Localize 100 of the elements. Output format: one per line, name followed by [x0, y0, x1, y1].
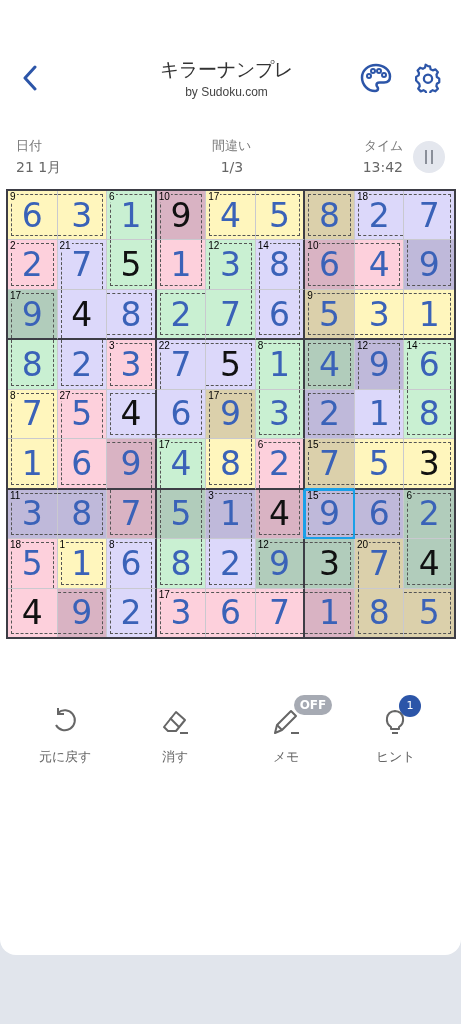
sudoku-cell[interactable]: 7	[206, 289, 256, 341]
cell-digit: 4	[368, 248, 390, 282]
sudoku-cell[interactable]: 8	[404, 389, 454, 440]
cell-digit: 9	[71, 596, 93, 630]
cage-sum: 15	[306, 490, 320, 501]
cage-sum: 18	[355, 192, 369, 202]
cell-digit: 2	[120, 596, 142, 630]
cell-digit: 2	[71, 348, 93, 382]
cell-digit: 6	[21, 198, 43, 232]
cell-digit: 1	[71, 546, 93, 580]
sudoku-cell[interactable]: 5	[156, 489, 207, 540]
sudoku-cell[interactable]: 7	[255, 588, 306, 637]
pause-icon	[424, 150, 434, 164]
sudoku-cell[interactable]: 1	[8, 439, 58, 490]
sudoku-cell[interactable]: 2	[156, 289, 207, 341]
sudoku-cell[interactable]: 6	[156, 389, 207, 440]
sudoku-cell[interactable]: 6	[206, 588, 256, 637]
cell-digit: 4	[319, 348, 341, 382]
sudoku-cell[interactable]: 5	[107, 240, 157, 290]
cell-digit: 5	[368, 446, 390, 480]
sudoku-cell[interactable]: 6	[57, 439, 108, 490]
cage-sum: 17	[9, 290, 23, 301]
sudoku-cell[interactable]: 8	[305, 191, 355, 241]
cell-digit: 1	[21, 446, 43, 480]
cell-digit: 3	[319, 546, 341, 580]
cell-digit: 3	[71, 198, 93, 232]
cell-digit: 6	[368, 497, 390, 531]
cell-digit: 5	[418, 596, 440, 630]
cage-sum: 21	[58, 241, 72, 252]
sudoku-cell[interactable]: 2	[57, 340, 108, 390]
cage-sum: 6	[405, 490, 413, 501]
sudoku-cell[interactable]: 8	[206, 439, 256, 490]
cell-digit: 7	[220, 297, 241, 331]
sudoku-cell[interactable]: 2	[107, 588, 157, 637]
sudoku-cell[interactable]: 4	[57, 289, 108, 341]
sudoku-cell[interactable]: 3	[404, 439, 454, 490]
cell-digit: 4	[21, 596, 43, 630]
sudoku-cell[interactable]: 8	[8, 340, 58, 390]
sudoku-cell[interactable]: 4	[404, 539, 454, 589]
tool-button[interactable]: 消す	[135, 707, 216, 767]
cell-digit: 5	[319, 297, 341, 331]
sudoku-cell[interactable]: 2	[206, 539, 256, 589]
cell-digit: 2	[170, 297, 192, 331]
theme-button[interactable]	[359, 61, 393, 95]
sudoku-cell[interactable]: 8	[107, 289, 157, 341]
cage-sum: 15	[306, 440, 320, 451]
cell-digit: 7	[418, 198, 440, 232]
sudoku-cell[interactable]: 8	[156, 539, 207, 589]
cage-sum: 9	[9, 192, 17, 202]
cage-sum: 12	[256, 540, 270, 551]
sudoku-cell[interactable]: 6 2	[404, 489, 454, 540]
sudoku-cell[interactable]: 3	[354, 289, 405, 341]
sudoku-cell[interactable]: 4	[8, 588, 58, 637]
cell-digit: 3	[368, 297, 390, 331]
sudoku-cell[interactable]: 3	[255, 389, 306, 440]
sudoku-cell[interactable]: 5	[354, 439, 405, 490]
cage-sum: 27	[58, 390, 72, 401]
sudoku-cell[interactable]: 5	[404, 588, 454, 637]
cell-digit: 9	[220, 397, 241, 431]
settings-icon	[413, 63, 443, 93]
cell-digit: 1	[319, 596, 341, 630]
cage-sum: 9	[306, 290, 314, 301]
cell-digit: 6	[269, 297, 291, 331]
cage-sum: 1	[58, 540, 67, 551]
sudoku-cell[interactable]: 7	[404, 191, 454, 241]
cell-digit: 5	[170, 497, 192, 531]
cage-sum: 3	[108, 341, 116, 352]
cell-digit: 5	[220, 348, 241, 382]
sudoku-cell[interactable]: 1	[354, 389, 405, 440]
cell-digit: 8	[319, 198, 341, 232]
sudoku-cell[interactable]: 5	[255, 191, 306, 241]
sudoku-cell[interactable]: 6	[255, 289, 306, 341]
app-title: キラーナンプレ	[160, 56, 293, 82]
cage-sum: 8	[256, 341, 265, 352]
stat-value: 13:42	[362, 158, 403, 178]
cage-sum: 17	[157, 589, 171, 600]
cell-digit: 6	[418, 348, 440, 382]
cell-digit: 4	[170, 446, 192, 480]
sudoku-cell[interactable]: 4	[305, 340, 355, 390]
sudoku-cell[interactable]: 5	[206, 340, 256, 390]
sudoku-cell[interactable]: 1	[404, 289, 454, 341]
cell-digit: 2	[368, 198, 390, 232]
stat-label: 間違い	[212, 136, 252, 155]
cell-digit: 6	[120, 546, 142, 580]
cell-digit: 5	[71, 397, 93, 431]
sudoku-cell[interactable]: 4	[354, 240, 405, 290]
cell-digit: 9	[170, 198, 192, 232]
sudoku-cell[interactable]: 3	[305, 539, 355, 589]
cell-digit: 3	[220, 248, 241, 282]
cell-digit: 2	[319, 397, 341, 431]
pause-button[interactable]	[413, 141, 445, 173]
sudoku-cell[interactable]: 8	[354, 588, 405, 637]
sudoku-cell[interactable]: 1	[156, 240, 207, 290]
cell-digit: 6	[71, 446, 93, 480]
tool-button[interactable]: 元に戻す	[25, 707, 106, 767]
sudoku-cell[interactable]: 4	[107, 389, 157, 440]
stat-value: 21 1月	[16, 158, 62, 178]
sudoku-cell[interactable]: 3	[57, 191, 108, 241]
cage-sum: 6	[108, 192, 116, 202]
cell-digit: 1	[418, 297, 440, 331]
